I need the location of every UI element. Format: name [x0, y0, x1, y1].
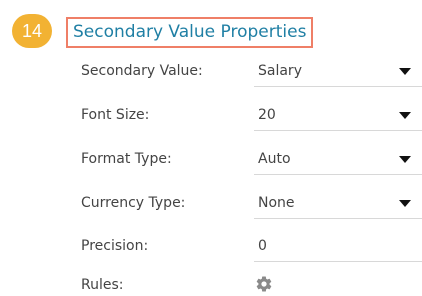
- format-type-select[interactable]: Auto: [258, 150, 291, 168]
- format-type-label: Format Type:: [81, 151, 172, 167]
- font-size-row: Font Size: 20: [0, 102, 422, 131]
- chevron-down-icon[interactable]: [399, 156, 411, 163]
- gear-icon[interactable]: [255, 275, 273, 293]
- format-type-row: Format Type: Auto: [0, 146, 422, 175]
- chevron-down-icon[interactable]: [399, 200, 411, 207]
- font-size-label: Font Size:: [81, 107, 150, 123]
- currency-type-label: Currency Type:: [81, 195, 186, 211]
- field-underline: [254, 130, 422, 131]
- field-underline: [254, 261, 422, 262]
- field-underline: [254, 86, 422, 87]
- currency-type-row: Currency Type: None: [0, 190, 422, 219]
- chevron-down-icon[interactable]: [399, 68, 411, 75]
- precision-input[interactable]: 0: [258, 237, 267, 255]
- step-number-badge: 14: [12, 14, 52, 48]
- section-title: Secondary Value Properties: [66, 17, 314, 48]
- precision-row: Precision: 0: [0, 233, 422, 262]
- secondary-value-row: Secondary Value: Salary: [0, 58, 422, 87]
- field-underline: [254, 218, 422, 219]
- field-underline: [254, 174, 422, 175]
- rules-row: Rules:: [0, 274, 422, 296]
- secondary-value-label: Secondary Value:: [81, 63, 203, 79]
- secondary-value-select[interactable]: Salary: [258, 62, 302, 80]
- font-size-select[interactable]: 20: [258, 106, 276, 124]
- precision-label: Precision:: [81, 238, 149, 254]
- secondary-value-properties-panel: 14 Secondary Value Properties Secondary …: [0, 0, 422, 296]
- rules-label: Rules:: [81, 277, 124, 293]
- currency-type-select[interactable]: None: [258, 194, 295, 212]
- chevron-down-icon[interactable]: [399, 112, 411, 119]
